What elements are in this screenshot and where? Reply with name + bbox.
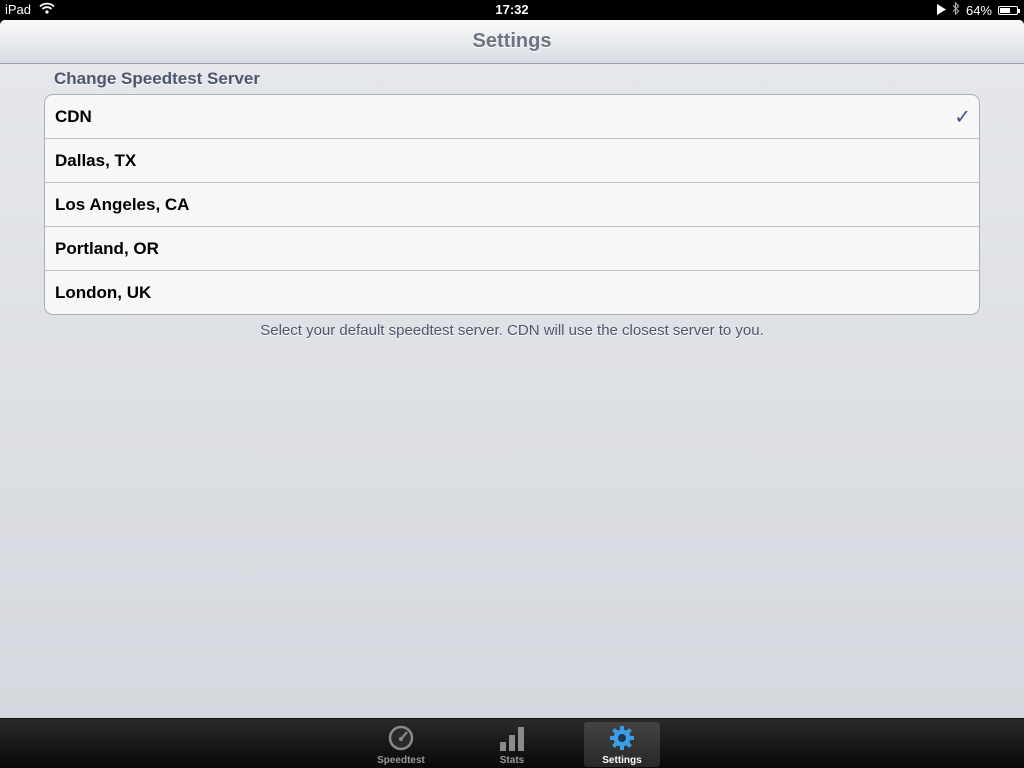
server-option[interactable]: London, UK <box>45 270 979 314</box>
server-label: London, UK <box>55 282 152 302</box>
tab-stats[interactable]: Stats <box>474 722 550 767</box>
server-option[interactable]: Dallas, TX <box>45 138 979 182</box>
speedometer-icon <box>388 725 414 754</box>
server-label: Portland, OR <box>55 238 159 258</box>
server-label: Los Angeles, CA <box>55 194 190 214</box>
checkmark-icon: ✓ <box>954 106 971 128</box>
gear-icon <box>609 725 635 754</box>
battery-level <box>1000 7 1010 13</box>
server-option[interactable]: Los Angeles, CA <box>45 182 979 226</box>
tab-settings[interactable]: Settings <box>584 722 660 767</box>
battery-icon <box>998 5 1020 15</box>
tab-label: Speedtest <box>377 755 425 766</box>
status-time: 17:32 <box>495 2 529 17</box>
section-header: Change Speedtest Server <box>54 69 260 88</box>
navigation-bar: Settings <box>0 20 1024 64</box>
bar-chart-icon <box>499 725 525 754</box>
tab-label: Stats <box>499 755 525 766</box>
settings-screen: Settings Change Speedtest Server CDN ✓ Dal… <box>0 20 1024 718</box>
status-bar: iPad 17:32 64% <box>0 0 1024 20</box>
section-footer: Select your default speedtest server. CD… <box>260 322 764 339</box>
page-title: Settings <box>472 30 552 52</box>
server-label: Dallas, TX <box>55 150 137 170</box>
server-list: CDN ✓ Dallas, TX Los Angeles, CA Portland, O… <box>44 94 980 315</box>
tab-bar: Speedtest Stats Settings <box>0 718 1024 768</box>
tab-label: Settings <box>602 755 642 766</box>
server-label: CDN <box>55 106 92 126</box>
battery-percent: 64% <box>965 2 992 18</box>
tab-speedtest[interactable]: Speedtest <box>363 722 439 767</box>
location-arrow-icon <box>936 3 946 18</box>
server-option[interactable]: CDN ✓ <box>45 95 979 138</box>
bluetooth-icon <box>952 1 960 18</box>
server-option[interactable]: Portland, OR <box>45 226 979 270</box>
